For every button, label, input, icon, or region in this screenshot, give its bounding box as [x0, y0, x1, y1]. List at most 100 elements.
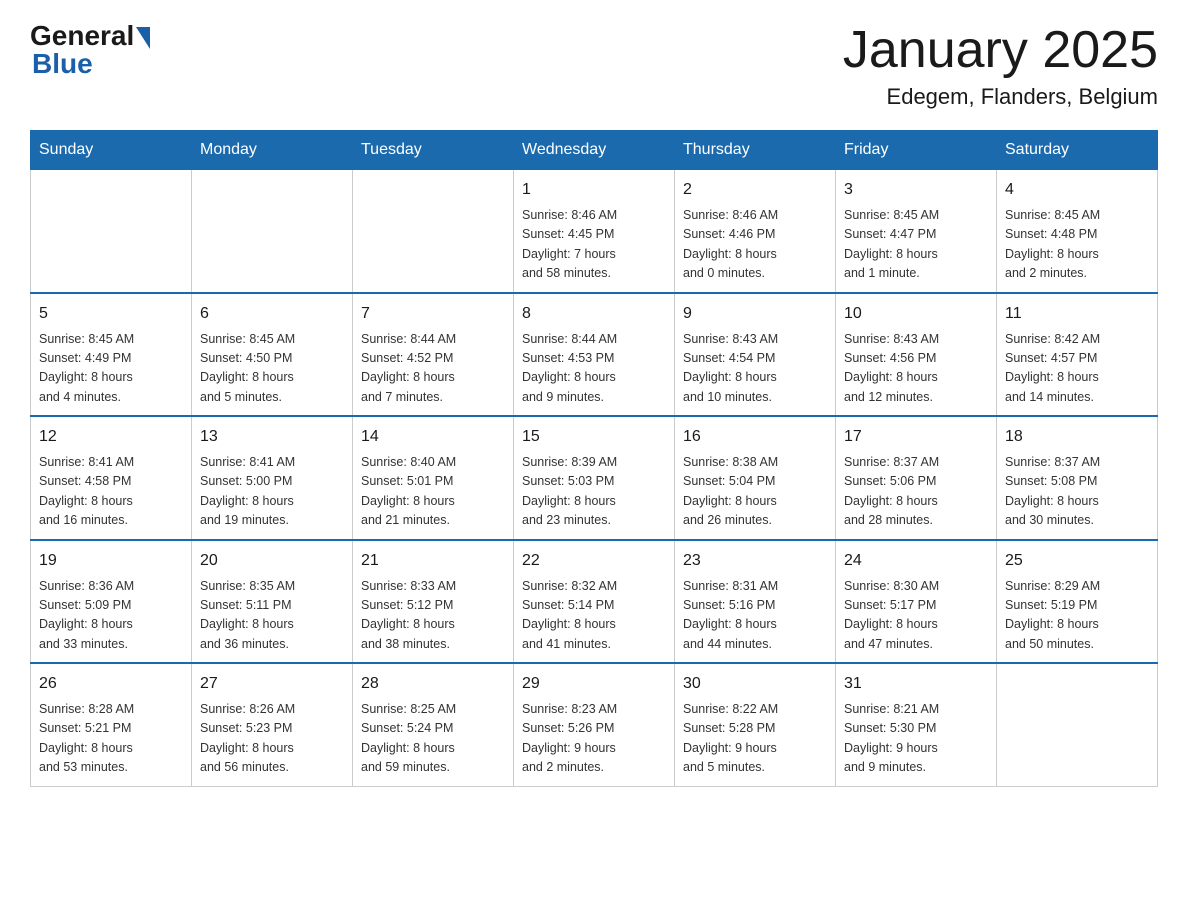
calendar-day-cell: 16 Sunrise: 8:38 AM Sunset: 5:04 PM Dayli… [675, 416, 836, 540]
day-number: 28 [361, 672, 505, 696]
day-info: Sunrise: 8:31 AM Sunset: 5:16 PM Dayligh… [683, 577, 827, 655]
page-header: General Blue January 2025 Edegem, Flande… [30, 20, 1158, 110]
location-text: Edegem, Flanders, Belgium [843, 84, 1158, 110]
calendar-day-cell: 9 Sunrise: 8:43 AM Sunset: 4:54 PM Daylig… [675, 293, 836, 417]
month-title: January 2025 [843, 20, 1158, 80]
day-info: Sunrise: 8:45 AM Sunset: 4:49 PM Dayligh… [39, 330, 183, 408]
day-info: Sunrise: 8:37 AM Sunset: 5:06 PM Dayligh… [844, 453, 988, 531]
calendar-day-cell [997, 663, 1158, 786]
day-info: Sunrise: 8:26 AM Sunset: 5:23 PM Dayligh… [200, 700, 344, 778]
day-number: 29 [522, 672, 666, 696]
day-number: 9 [683, 302, 827, 326]
calendar-day-cell [192, 170, 353, 293]
calendar-day-cell: 11Sunrise: 8:42 AM Sunset: 4:57 PM Dayli… [997, 293, 1158, 417]
calendar-day-cell: 6 Sunrise: 8:45 AM Sunset: 4:50 PM Daylig… [192, 293, 353, 417]
day-info: Sunrise: 8:22 AM Sunset: 5:28 PM Dayligh… [683, 700, 827, 778]
calendar-day-cell: 10 Sunrise: 8:43 AM Sunset: 4:56 PM Dayli… [836, 293, 997, 417]
calendar-week-row: 1 Sunrise: 8:46 AM Sunset: 4:45 PM Daylig… [31, 170, 1158, 293]
day-info: Sunrise: 8:39 AM Sunset: 5:03 PM Dayligh… [522, 453, 666, 531]
day-number: 30 [683, 672, 827, 696]
calendar-day-cell: 2Sunrise: 8:46 AM Sunset: 4:46 PM Daylig… [675, 170, 836, 293]
day-info: Sunrise: 8:45 AM Sunset: 4:48 PM Dayligh… [1005, 206, 1149, 284]
day-number: 23 [683, 549, 827, 573]
logo-blue-text: Blue [32, 48, 93, 80]
calendar-day-cell: 25 Sunrise: 8:29 AM Sunset: 5:19 PM Dayli… [997, 540, 1158, 664]
day-info: Sunrise: 8:30 AM Sunset: 5:17 PM Dayligh… [844, 577, 988, 655]
day-info: Sunrise: 8:21 AM Sunset: 5:30 PM Dayligh… [844, 700, 988, 778]
calendar-day-header: Sunday [31, 131, 192, 170]
calendar-day-header: Friday [836, 131, 997, 170]
day-info: Sunrise: 8:41 AM Sunset: 4:58 PM Dayligh… [39, 453, 183, 531]
day-number: 27 [200, 672, 344, 696]
calendar-day-cell: 8 Sunrise: 8:44 AM Sunset: 4:53 PM Daylig… [514, 293, 675, 417]
day-info: Sunrise: 8:25 AM Sunset: 5:24 PM Dayligh… [361, 700, 505, 778]
calendar-day-cell: 13Sunrise: 8:41 AM Sunset: 5:00 PM Dayli… [192, 416, 353, 540]
day-info: Sunrise: 8:29 AM Sunset: 5:19 PM Dayligh… [1005, 577, 1149, 655]
day-info: Sunrise: 8:40 AM Sunset: 5:01 PM Dayligh… [361, 453, 505, 531]
calendar-week-row: 19 Sunrise: 8:36 AM Sunset: 5:09 PM Dayli… [31, 540, 1158, 664]
day-info: Sunrise: 8:41 AM Sunset: 5:00 PM Dayligh… [200, 453, 344, 531]
day-info: Sunrise: 8:43 AM Sunset: 4:56 PM Dayligh… [844, 330, 988, 408]
day-number: 21 [361, 549, 505, 573]
day-info: Sunrise: 8:43 AM Sunset: 4:54 PM Dayligh… [683, 330, 827, 408]
calendar-day-cell: 12 Sunrise: 8:41 AM Sunset: 4:58 PM Dayli… [31, 416, 192, 540]
day-number: 17 [844, 425, 988, 449]
day-number: 14 [361, 425, 505, 449]
day-info: Sunrise: 8:23 AM Sunset: 5:26 PM Dayligh… [522, 700, 666, 778]
calendar-week-row: 5 Sunrise: 8:45 AM Sunset: 4:49 PM Daylig… [31, 293, 1158, 417]
day-number: 12 [39, 425, 183, 449]
day-number: 6 [200, 302, 344, 326]
day-number: 19 [39, 549, 183, 573]
calendar-day-header: Wednesday [514, 131, 675, 170]
calendar-day-cell [31, 170, 192, 293]
day-info: Sunrise: 8:45 AM Sunset: 4:47 PM Dayligh… [844, 206, 988, 284]
calendar-day-cell: 23 Sunrise: 8:31 AM Sunset: 5:16 PM Dayli… [675, 540, 836, 664]
calendar-day-cell: 3 Sunrise: 8:45 AM Sunset: 4:47 PM Daylig… [836, 170, 997, 293]
day-number: 10 [844, 302, 988, 326]
day-info: Sunrise: 8:28 AM Sunset: 5:21 PM Dayligh… [39, 700, 183, 778]
calendar-day-cell: 15Sunrise: 8:39 AM Sunset: 5:03 PM Dayli… [514, 416, 675, 540]
calendar-table: SundayMondayTuesdayWednesdayThursdayFrid… [30, 130, 1158, 787]
day-info: Sunrise: 8:44 AM Sunset: 4:52 PM Dayligh… [361, 330, 505, 408]
day-number: 25 [1005, 549, 1149, 573]
day-info: Sunrise: 8:44 AM Sunset: 4:53 PM Dayligh… [522, 330, 666, 408]
calendar-day-cell: 24 Sunrise: 8:30 AM Sunset: 5:17 PM Dayli… [836, 540, 997, 664]
calendar-day-header: Thursday [675, 131, 836, 170]
day-info: Sunrise: 8:35 AM Sunset: 5:11 PM Dayligh… [200, 577, 344, 655]
day-number: 31 [844, 672, 988, 696]
day-number: 5 [39, 302, 183, 326]
day-number: 26 [39, 672, 183, 696]
day-number: 7 [361, 302, 505, 326]
day-info: Sunrise: 8:46 AM Sunset: 4:45 PM Dayligh… [522, 206, 666, 284]
day-number: 3 [844, 178, 988, 202]
day-number: 16 [683, 425, 827, 449]
day-info: Sunrise: 8:46 AM Sunset: 4:46 PM Dayligh… [683, 206, 827, 284]
day-number: 11 [1005, 302, 1149, 326]
day-info: Sunrise: 8:36 AM Sunset: 5:09 PM Dayligh… [39, 577, 183, 655]
calendar-day-header: Tuesday [353, 131, 514, 170]
calendar-day-cell: 14 Sunrise: 8:40 AM Sunset: 5:01 PM Dayli… [353, 416, 514, 540]
calendar-day-cell: 21Sunrise: 8:33 AM Sunset: 5:12 PM Dayli… [353, 540, 514, 664]
day-info: Sunrise: 8:32 AM Sunset: 5:14 PM Dayligh… [522, 577, 666, 655]
day-info: Sunrise: 8:37 AM Sunset: 5:08 PM Dayligh… [1005, 453, 1149, 531]
day-number: 8 [522, 302, 666, 326]
day-info: Sunrise: 8:38 AM Sunset: 5:04 PM Dayligh… [683, 453, 827, 531]
day-number: 22 [522, 549, 666, 573]
calendar-day-cell: 17 Sunrise: 8:37 AM Sunset: 5:06 PM Dayli… [836, 416, 997, 540]
calendar-week-row: 26 Sunrise: 8:28 AM Sunset: 5:21 PM Dayli… [31, 663, 1158, 786]
calendar-day-cell [353, 170, 514, 293]
calendar-day-cell: 20 Sunrise: 8:35 AM Sunset: 5:11 PM Dayli… [192, 540, 353, 664]
calendar-week-row: 12 Sunrise: 8:41 AM Sunset: 4:58 PM Dayli… [31, 416, 1158, 540]
day-info: Sunrise: 8:45 AM Sunset: 4:50 PM Dayligh… [200, 330, 344, 408]
calendar-day-cell: 28 Sunrise: 8:25 AM Sunset: 5:24 PM Dayli… [353, 663, 514, 786]
calendar-day-cell: 31 Sunrise: 8:21 AM Sunset: 5:30 PM Dayli… [836, 663, 997, 786]
day-number: 24 [844, 549, 988, 573]
day-number: 1 [522, 178, 666, 202]
calendar-day-header: Monday [192, 131, 353, 170]
calendar-day-header: Saturday [997, 131, 1158, 170]
title-section: January 2025 Edegem, Flanders, Belgium [843, 20, 1158, 110]
calendar-day-cell: 29 Sunrise: 8:23 AM Sunset: 5:26 PM Dayli… [514, 663, 675, 786]
calendar-day-cell: 1 Sunrise: 8:46 AM Sunset: 4:45 PM Daylig… [514, 170, 675, 293]
day-number: 20 [200, 549, 344, 573]
day-number: 4 [1005, 178, 1149, 202]
